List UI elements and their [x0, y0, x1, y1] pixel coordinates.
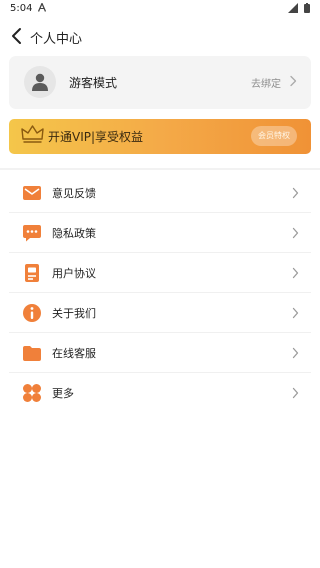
chevron-right-icon — [292, 187, 299, 199]
chevron-right-icon[interactable] — [289, 75, 297, 87]
chevron-right-icon — [292, 307, 299, 319]
signal-battery-icon — [288, 3, 310, 13]
bind-account-link[interactable]: 去绑定 — [251, 75, 281, 90]
section-divider — [0, 168, 320, 170]
chevron-right-icon — [292, 387, 299, 399]
menu-item-user-agreement[interactable]: 用户协议 — [0, 253, 320, 293]
menu-item-about-us[interactable]: 关于我们 — [0, 293, 320, 333]
settings-menu: 意见反馈 隐私政策 用户协议 关于我们 在线客服 更多 — [0, 173, 320, 413]
status-bar: 5:04 — [0, 0, 320, 18]
header: 个人中心 — [0, 22, 320, 50]
status-time: 5:04 — [10, 3, 33, 14]
menu-item-label: 隐私政策 — [52, 227, 96, 240]
chevron-right-icon — [292, 347, 299, 359]
profile-name: 游客模式 — [69, 76, 118, 90]
mail-icon — [23, 186, 41, 200]
chevron-left-icon[interactable] — [10, 27, 24, 45]
profile-card[interactable]: 游客模式 去绑定 — [9, 56, 311, 109]
document-icon — [25, 264, 39, 282]
vip-promo-text: 开通VIP|享受权益 — [48, 130, 144, 144]
user-icon — [32, 73, 48, 91]
member-privileges-button[interactable]: 会员特权 — [251, 126, 297, 146]
menu-item-online-support[interactable]: 在线客服 — [0, 333, 320, 373]
grid-icon — [23, 384, 41, 402]
menu-item-label: 在线客服 — [52, 347, 96, 360]
notification-a-icon — [38, 3, 46, 12]
menu-item-label: 关于我们 — [52, 307, 96, 320]
info-icon — [23, 304, 41, 322]
avatar[interactable] — [24, 66, 56, 98]
page-title: 个人中心 — [30, 32, 83, 47]
crown-icon — [21, 125, 44, 143]
menu-item-more[interactable]: 更多 — [0, 373, 320, 413]
chat-bubble-icon — [23, 225, 41, 242]
menu-item-privacy-policy[interactable]: 隐私政策 — [0, 213, 320, 253]
chevron-right-icon — [292, 267, 299, 279]
menu-item-label: 更多 — [52, 387, 74, 400]
menu-item-feedback[interactable]: 意见反馈 — [0, 173, 320, 213]
folder-icon — [23, 346, 41, 361]
chevron-right-icon — [292, 227, 299, 239]
vip-banner[interactable]: 开通VIP|享受权益 会员特权 — [9, 119, 311, 154]
menu-item-label: 意见反馈 — [52, 187, 96, 200]
menu-item-label: 用户协议 — [52, 267, 96, 280]
